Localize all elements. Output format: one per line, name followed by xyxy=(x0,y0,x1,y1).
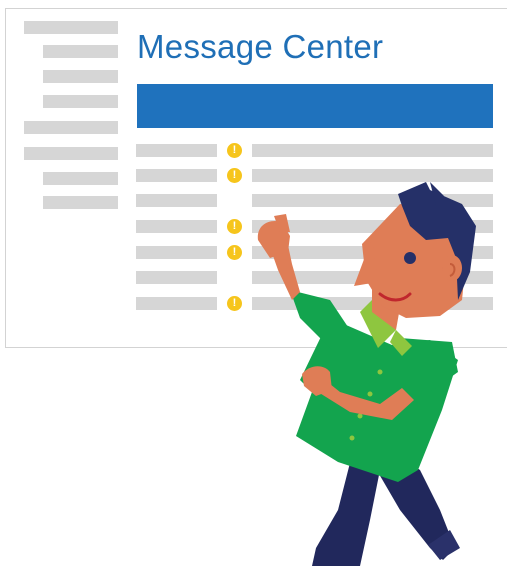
person-illustration xyxy=(257,182,476,566)
